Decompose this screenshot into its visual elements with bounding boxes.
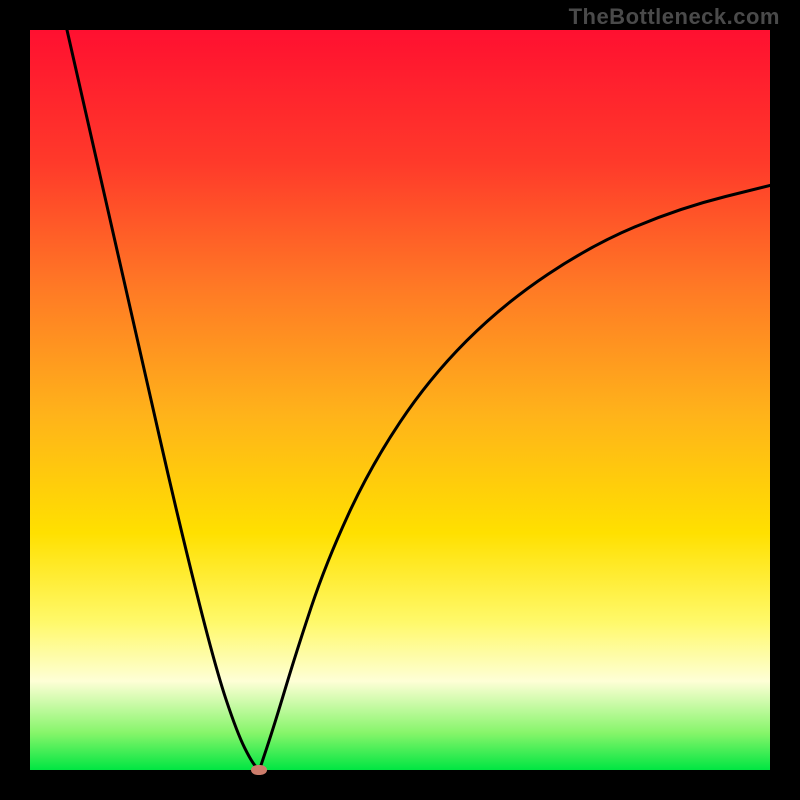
bottleneck-curve [30, 30, 770, 770]
optimum-marker [251, 765, 267, 775]
curve-left-branch [67, 30, 259, 770]
watermark-text: TheBottleneck.com [569, 4, 780, 30]
plot-area [30, 30, 770, 770]
curve-right-branch [259, 185, 770, 770]
chart-frame: TheBottleneck.com [0, 0, 800, 800]
